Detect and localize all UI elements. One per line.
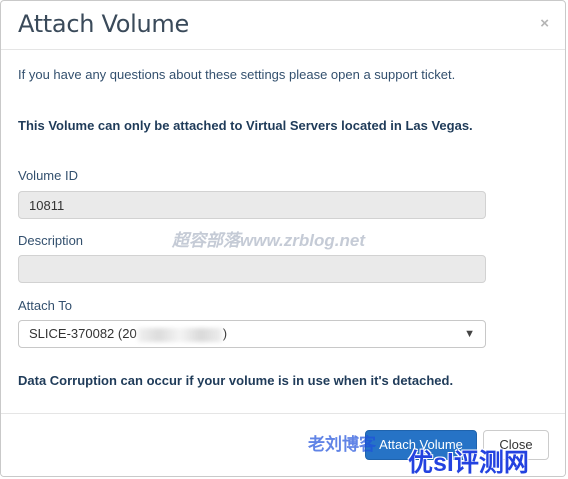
volume-id-field: 10811 <box>18 191 486 219</box>
attach-to-label: Attach To <box>18 298 72 313</box>
description-field <box>18 255 486 283</box>
attach-to-select[interactable]: SLICE-370082 (20) ▼ <box>18 320 486 348</box>
redacted-blur <box>137 327 222 342</box>
support-info-text: If you have any questions about these se… <box>18 67 456 82</box>
data-corruption-warning: Data Corruption can occur if your volume… <box>18 373 454 388</box>
location-notice: This Volume can only be attached to Virt… <box>18 118 473 133</box>
center-watermark: 超容部落www.zrblog.net <box>172 231 365 250</box>
footer-watermark-left: 老刘博客 <box>308 435 376 454</box>
description-label: Description <box>18 233 84 248</box>
footer-watermark-right: 优sl评测网 <box>408 449 529 477</box>
chevron-down-icon: ▼ <box>464 328 475 340</box>
close-icon[interactable]: × <box>540 15 549 32</box>
modal-header: Attach Volume × <box>1 1 565 50</box>
modal-title: Attach Volume <box>18 10 189 38</box>
attach-to-selected-value: SLICE-370082 (20) <box>29 326 228 342</box>
volume-id-label: Volume ID <box>18 168 78 183</box>
